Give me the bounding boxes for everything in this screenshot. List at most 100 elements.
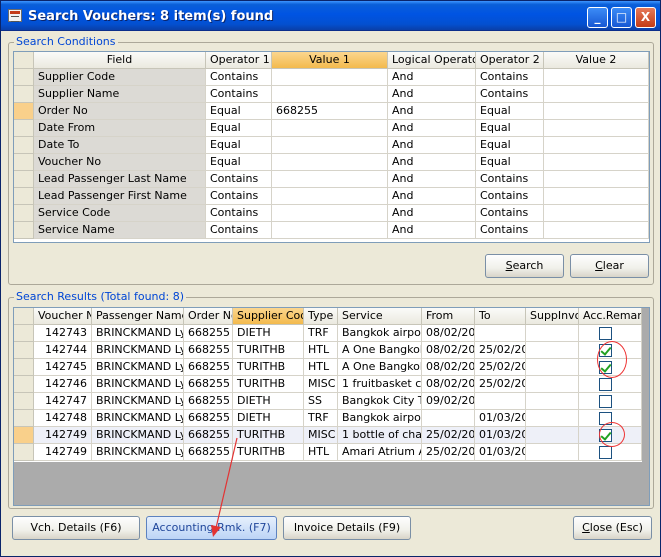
condition-cell-logic[interactable]: And [388, 86, 476, 103]
results-cell-acc_remark[interactable] [579, 376, 642, 393]
results-cell-service[interactable]: Bangkok airport [338, 410, 422, 427]
results-cell-voucher[interactable]: 142748 [34, 410, 92, 427]
results-cell-type[interactable]: HTL [304, 342, 338, 359]
acc-remark-checkbox[interactable] [599, 446, 612, 459]
clear-button[interactable]: Clear [570, 254, 649, 278]
results-cell-from[interactable] [422, 410, 475, 427]
results-col-header[interactable]: Passenger Name [92, 308, 184, 325]
search-button[interactable]: Search [485, 254, 564, 278]
condition-cell-val2[interactable] [544, 120, 649, 137]
condition-cell-op1[interactable]: Contains [206, 171, 272, 188]
condition-cell-val2[interactable] [544, 86, 649, 103]
results-cell-passenger[interactable]: BRINCKMAND Ly [92, 325, 184, 342]
results-col-header[interactable]: Acc.Remark [579, 308, 642, 325]
conditions-row-header[interactable] [14, 137, 34, 154]
conditions-row-header[interactable] [14, 205, 34, 222]
results-cell-supp_invoice[interactable] [526, 427, 579, 444]
condition-cell-op2[interactable]: Contains [476, 171, 544, 188]
conditions-row-header[interactable] [14, 222, 34, 239]
results-cell-acc_remark[interactable] [579, 393, 642, 410]
condition-cell-val1[interactable] [272, 171, 388, 188]
results-cell-order[interactable]: 668255 [184, 410, 233, 427]
condition-cell-val2[interactable] [544, 188, 649, 205]
conditions-row-header[interactable] [14, 154, 34, 171]
results-cell-supplier[interactable]: TURITHB [233, 376, 304, 393]
condition-cell-val1[interactable] [272, 154, 388, 171]
condition-cell-op1[interactable]: Equal [206, 154, 272, 171]
results-cell-passenger[interactable]: BRINCKMAND Ly [92, 342, 184, 359]
results-cell-type[interactable]: SS [304, 393, 338, 410]
condition-cell-val2[interactable] [544, 137, 649, 154]
results-cell-supp_invoice[interactable] [526, 376, 579, 393]
results-cell-order[interactable]: 668255 [184, 359, 233, 376]
condition-cell-val2[interactable] [544, 171, 649, 188]
results-col-header[interactable]: Service [338, 308, 422, 325]
condition-cell-logic[interactable]: And [388, 188, 476, 205]
condition-cell-op1[interactable]: Contains [206, 205, 272, 222]
results-cell-acc_remark[interactable] [579, 325, 642, 342]
results-cell-order[interactable]: 668255 [184, 393, 233, 410]
results-cell-to[interactable] [475, 393, 526, 410]
condition-cell-op2[interactable]: Contains [476, 205, 544, 222]
results-row-header[interactable] [14, 427, 34, 444]
condition-cell-op1[interactable]: Equal [206, 137, 272, 154]
results-cell-service[interactable]: 1 fruitbasket con [338, 376, 422, 393]
results-cell-voucher[interactable]: 142743 [34, 325, 92, 342]
minimize-button[interactable]: _ [587, 7, 608, 28]
results-cell-supp_invoice[interactable] [526, 342, 579, 359]
results-cell-type[interactable]: HTL [304, 444, 338, 461]
results-cell-supplier[interactable]: TURITHB [233, 427, 304, 444]
results-cell-from[interactable]: 25/02/20 [422, 427, 475, 444]
condition-cell-logic[interactable]: And [388, 154, 476, 171]
condition-cell-op1[interactable]: Equal [206, 103, 272, 120]
results-cell-voucher[interactable]: 142747 [34, 393, 92, 410]
results-cell-from[interactable]: 25/02/20 [422, 444, 475, 461]
condition-cell-op2[interactable]: Equal [476, 137, 544, 154]
condition-cell-op2[interactable]: Contains [476, 222, 544, 239]
results-cell-passenger[interactable]: BRINCKMAND Ly [92, 376, 184, 393]
results-cell-passenger[interactable]: BRINCKMAND Ly [92, 444, 184, 461]
results-cell-service[interactable]: 1 bottle of champ [338, 427, 422, 444]
condition-cell-op1[interactable]: Equal [206, 120, 272, 137]
conditions-row-header[interactable] [14, 103, 34, 120]
condition-cell-val2[interactable] [544, 103, 649, 120]
accounting-remark-button[interactable]: Accounting Rmk. (F7) [146, 516, 277, 540]
results-cell-type[interactable]: MISC [304, 427, 338, 444]
conditions-col-header[interactable]: Operator 1 [206, 52, 272, 69]
condition-cell-logic[interactable]: And [388, 205, 476, 222]
conditions-col-header[interactable]: Value 2 [544, 52, 649, 69]
condition-cell-val1[interactable] [272, 120, 388, 137]
results-cell-service[interactable]: A One Bangkok [338, 359, 422, 376]
results-cell-from[interactable]: 08/02/20 [422, 376, 475, 393]
results-cell-order[interactable]: 668255 [184, 376, 233, 393]
results-cell-service[interactable]: A One Bangkok [338, 342, 422, 359]
vch-details-button[interactable]: Vch. Details (F6) [12, 516, 140, 540]
conditions-row-header[interactable] [14, 171, 34, 188]
results-cell-passenger[interactable]: BRINCKMAND Ly [92, 410, 184, 427]
acc-remark-checkbox[interactable] [599, 395, 612, 408]
results-cell-from[interactable]: 08/02/20 [422, 325, 475, 342]
results-cell-voucher[interactable]: 142749 [34, 444, 92, 461]
results-col-header[interactable]: Type [304, 308, 338, 325]
conditions-row-header[interactable] [14, 188, 34, 205]
results-cell-supp_invoice[interactable] [526, 359, 579, 376]
condition-cell-logic[interactable]: And [388, 171, 476, 188]
results-cell-to[interactable]: 25/02/20 [475, 376, 526, 393]
conditions-col-header[interactable]: Value 1 [272, 52, 388, 69]
conditions-row-header[interactable] [14, 86, 34, 103]
results-cell-type[interactable]: TRF [304, 410, 338, 427]
results-cell-to[interactable]: 01/03/20 [475, 410, 526, 427]
acc-remark-checkbox[interactable] [599, 327, 612, 340]
condition-cell-op1[interactable]: Contains [206, 86, 272, 103]
results-cell-passenger[interactable]: BRINCKMAND Ly [92, 427, 184, 444]
condition-cell-val1[interactable] [272, 205, 388, 222]
results-cell-order[interactable]: 668255 [184, 427, 233, 444]
condition-cell-op1[interactable]: Contains [206, 222, 272, 239]
results-cell-from[interactable]: 08/02/20 [422, 342, 475, 359]
results-cell-to[interactable]: 25/02/20 [475, 342, 526, 359]
results-cell-supp_invoice[interactable] [526, 444, 579, 461]
results-row-header[interactable] [14, 325, 34, 342]
results-cell-passenger[interactable]: BRINCKMAND Ly [92, 359, 184, 376]
results-row-header[interactable] [14, 359, 34, 376]
conditions-col-header[interactable]: Logical Operator [388, 52, 476, 69]
